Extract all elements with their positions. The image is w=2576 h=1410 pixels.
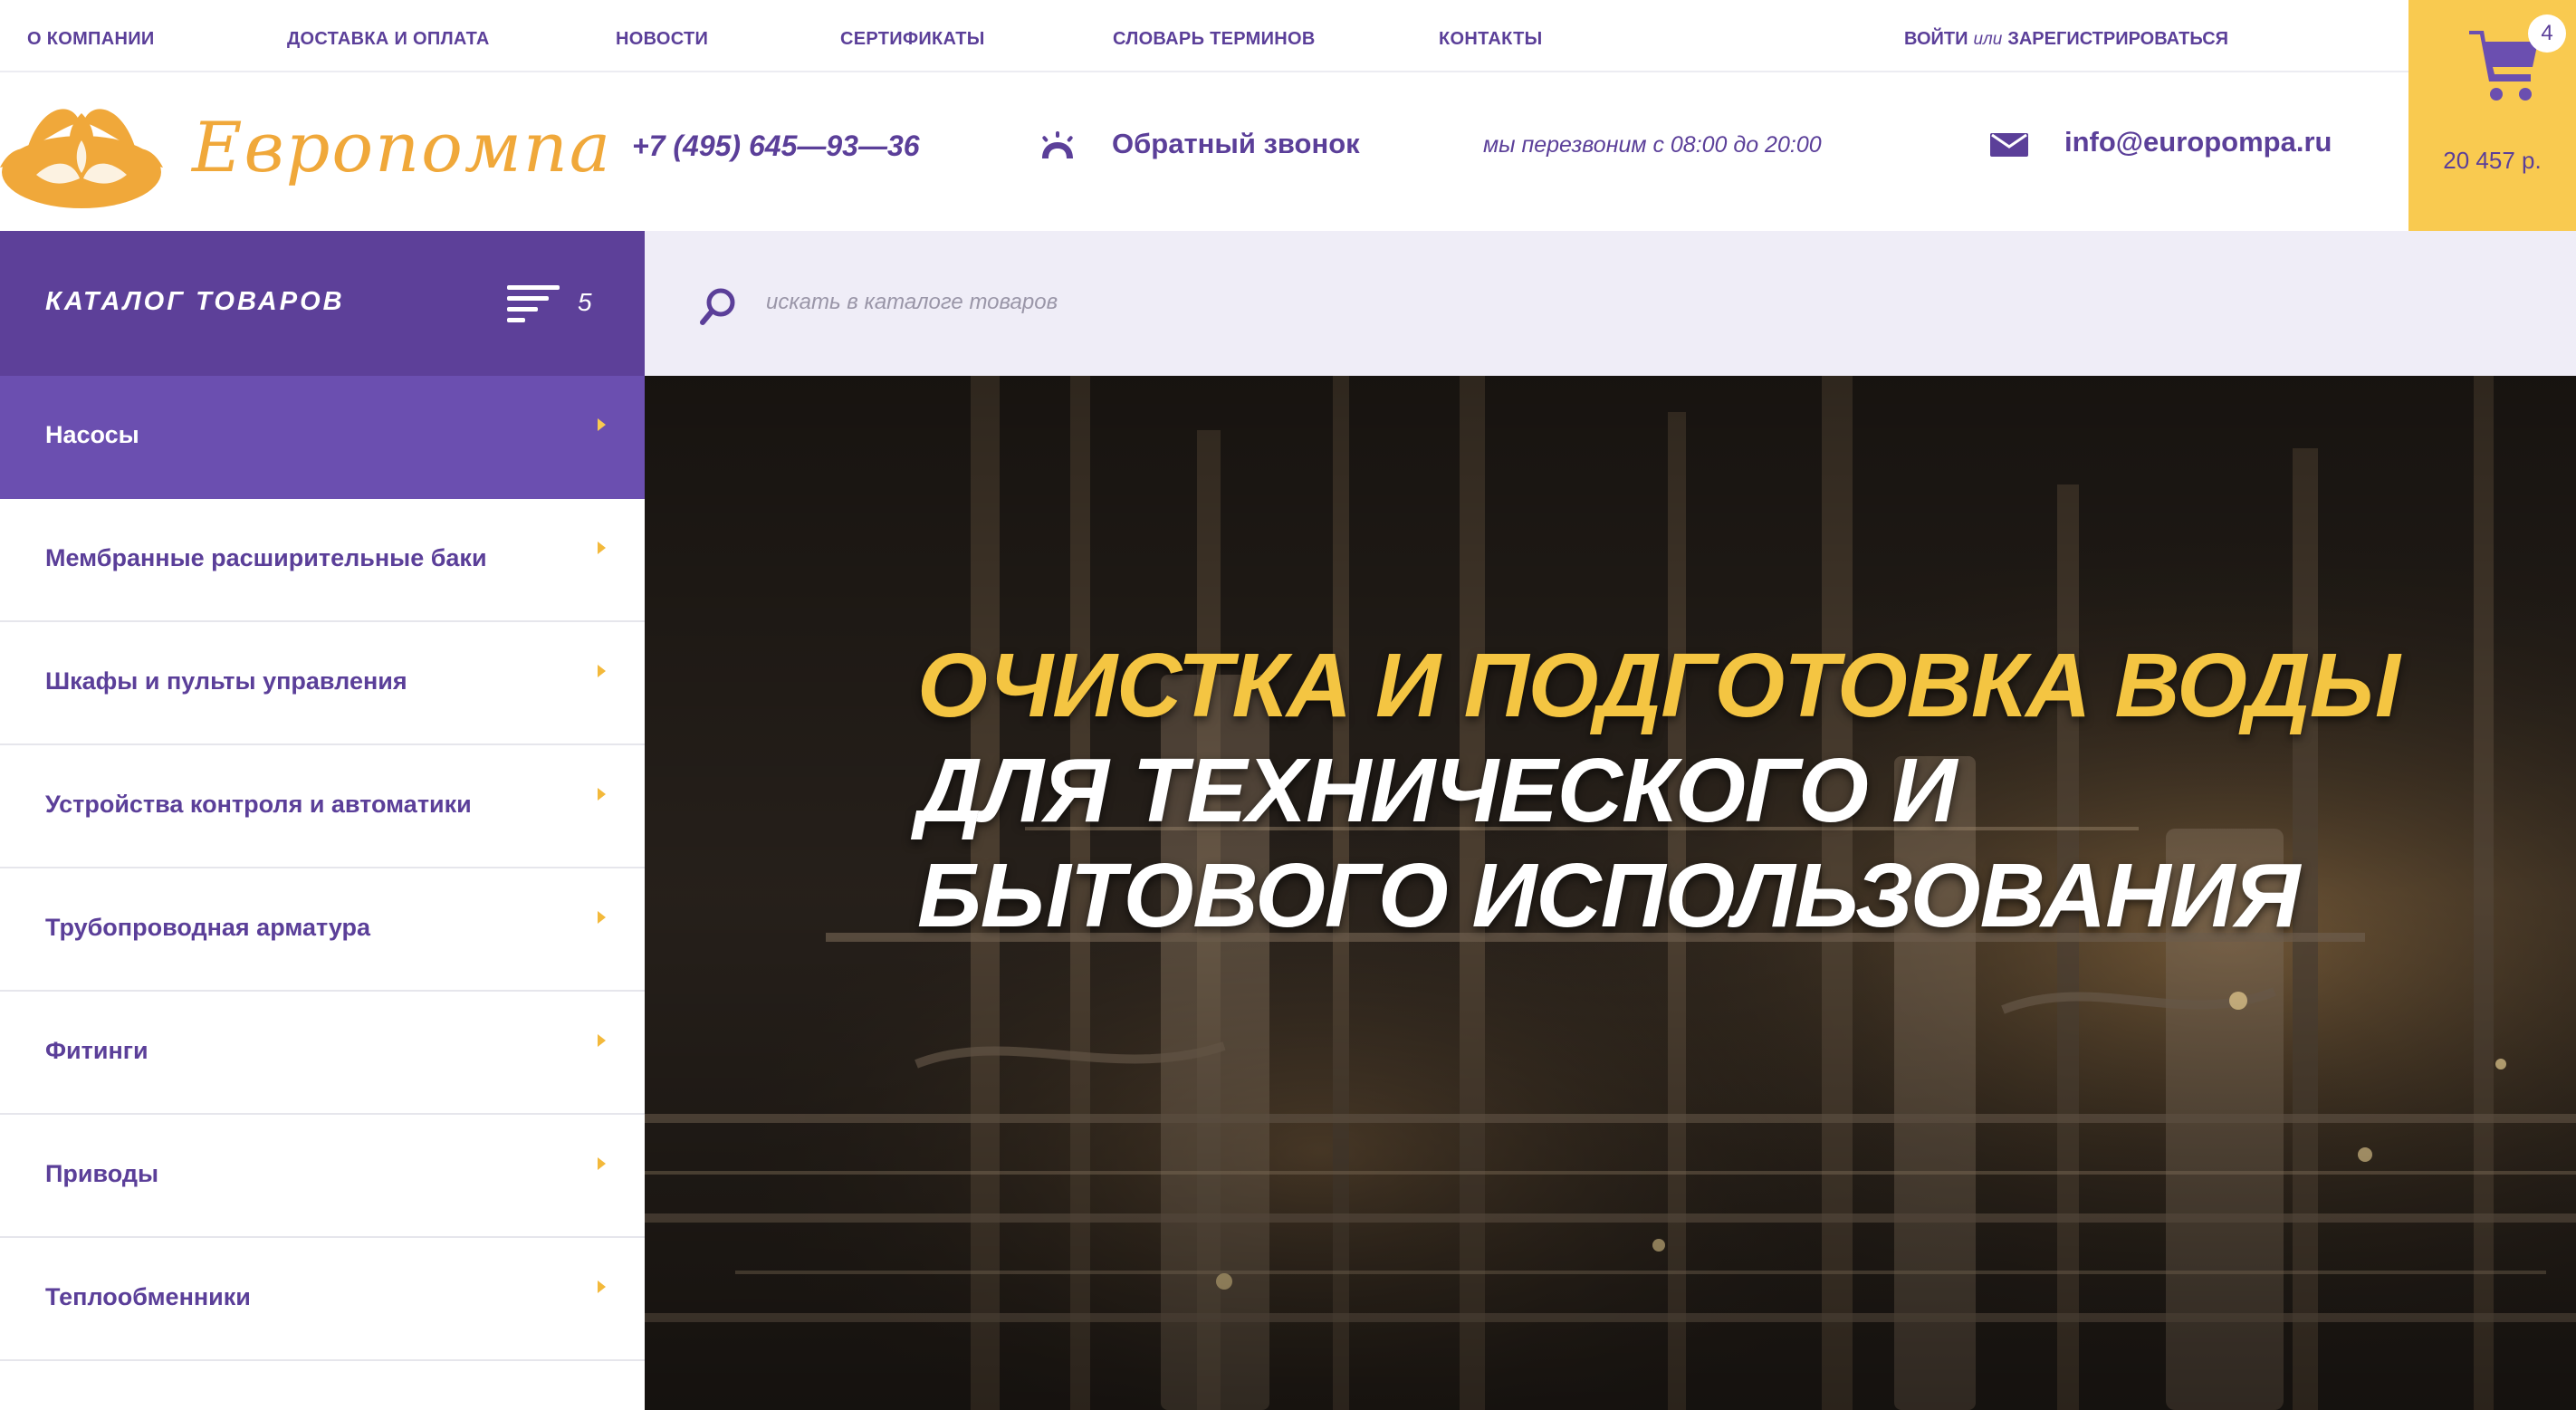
hero-headline-tertiary: БЫТОВОГО ИСПОЛЬЗОВАНИЯ: [917, 845, 2300, 946]
chevron-right-icon: [598, 542, 606, 554]
catalog-item-expansion-tanks[interactable]: Мембранные расширительные баки: [0, 499, 645, 622]
catalog-item-pipe-fittings[interactable]: Трубопроводная арматура: [0, 868, 645, 992]
catalog-item-label: Шкафы и пульты управления: [45, 667, 407, 695]
catalog-item-label: Трубопроводная арматура: [45, 914, 371, 941]
auth-links: ВОЙТИ или ЗАРЕГИСТРИРОВАТЬСЯ: [1904, 29, 2228, 50]
catalog-count: 5: [578, 288, 592, 316]
nav-link-news[interactable]: НОВОСТИ: [616, 29, 708, 50]
callback-hours: мы перезвоним с 08:00 до 20:00: [1483, 132, 1822, 158]
nav-link-contacts[interactable]: КОНТАКТЫ: [1439, 29, 1543, 50]
callback-signal-icon[interactable]: [1039, 131, 1077, 160]
mail-icon: [1990, 133, 2028, 157]
callback-button[interactable]: Обратный звонок: [1112, 128, 1360, 160]
catalog-item-drives[interactable]: Приводы: [0, 1115, 645, 1238]
chevron-right-icon: [598, 1034, 606, 1047]
login-link[interactable]: ВОЙТИ: [1904, 29, 1968, 49]
chevron-right-icon: [598, 1157, 606, 1170]
cart-count-badge[interactable]: 4: [2528, 14, 2566, 53]
search-input[interactable]: [766, 283, 1581, 322]
chevron-right-icon: [598, 788, 606, 801]
catalog-item-automation-devices[interactable]: Устройства контроля и автоматики: [0, 745, 645, 868]
nav-link-glossary[interactable]: СЛОВАРЬ ТЕРМИНОВ: [1113, 29, 1316, 50]
search-icon[interactable]: [699, 284, 741, 326]
logo-wordmark[interactable]: Европомпа: [192, 107, 612, 187]
chevron-right-icon: [598, 665, 606, 677]
catalog-title[interactable]: КАТАЛОГ ТОВАРОВ: [45, 287, 345, 317]
catalog-item-label: Фитинги: [45, 1037, 148, 1064]
chevron-right-icon: [598, 418, 606, 431]
catalog-item-label: Мембранные расширительные баки: [45, 544, 487, 571]
catalog-list: Насосы Мембранные расширительные баки Шк…: [0, 376, 645, 1361]
nav-link-about[interactable]: О КОМПАНИИ: [27, 29, 155, 50]
email-link[interactable]: info@europompa.ru: [2064, 126, 2332, 158]
nav-link-delivery[interactable]: ДОСТАВКА И ОПЛАТА: [287, 29, 490, 50]
catalog-item-label: Приводы: [45, 1160, 159, 1187]
hero-headline-secondary: ДЛЯ ТЕХНИЧЕСКОГО И: [917, 740, 1957, 841]
catalog-item-control-cabinets[interactable]: Шкафы и пульты управления: [0, 622, 645, 745]
register-link[interactable]: ЗАРЕГИСТРИРОВАТЬСЯ: [2007, 29, 2228, 49]
catalog-item-heat-exchangers[interactable]: Теплообменники: [0, 1238, 645, 1361]
cart-total[interactable]: 20 457 р.: [2408, 147, 2576, 175]
catalog-item-pumps[interactable]: Насосы: [0, 376, 645, 499]
menu-lines-icon[interactable]: [507, 285, 560, 323]
chevron-right-icon: [598, 1281, 606, 1293]
nav-link-certificates[interactable]: СЕРТИФИКАТЫ: [840, 29, 985, 50]
auth-separator: или: [1973, 30, 2003, 49]
phone-number[interactable]: +7 (495) 645—93—36: [632, 129, 920, 163]
chevron-right-icon: [598, 911, 606, 924]
catalog-item-label: Устройства контроля и автоматики: [45, 791, 472, 818]
hero-headline-primary: ОЧИСТКА И ПОДГОТОВКА ВОДЫ: [917, 635, 2400, 736]
catalog-item-fittings[interactable]: Фитинги: [0, 992, 645, 1115]
catalog-item-label: Насосы: [45, 421, 139, 448]
catalog-item-label: Теплообменники: [45, 1283, 251, 1310]
